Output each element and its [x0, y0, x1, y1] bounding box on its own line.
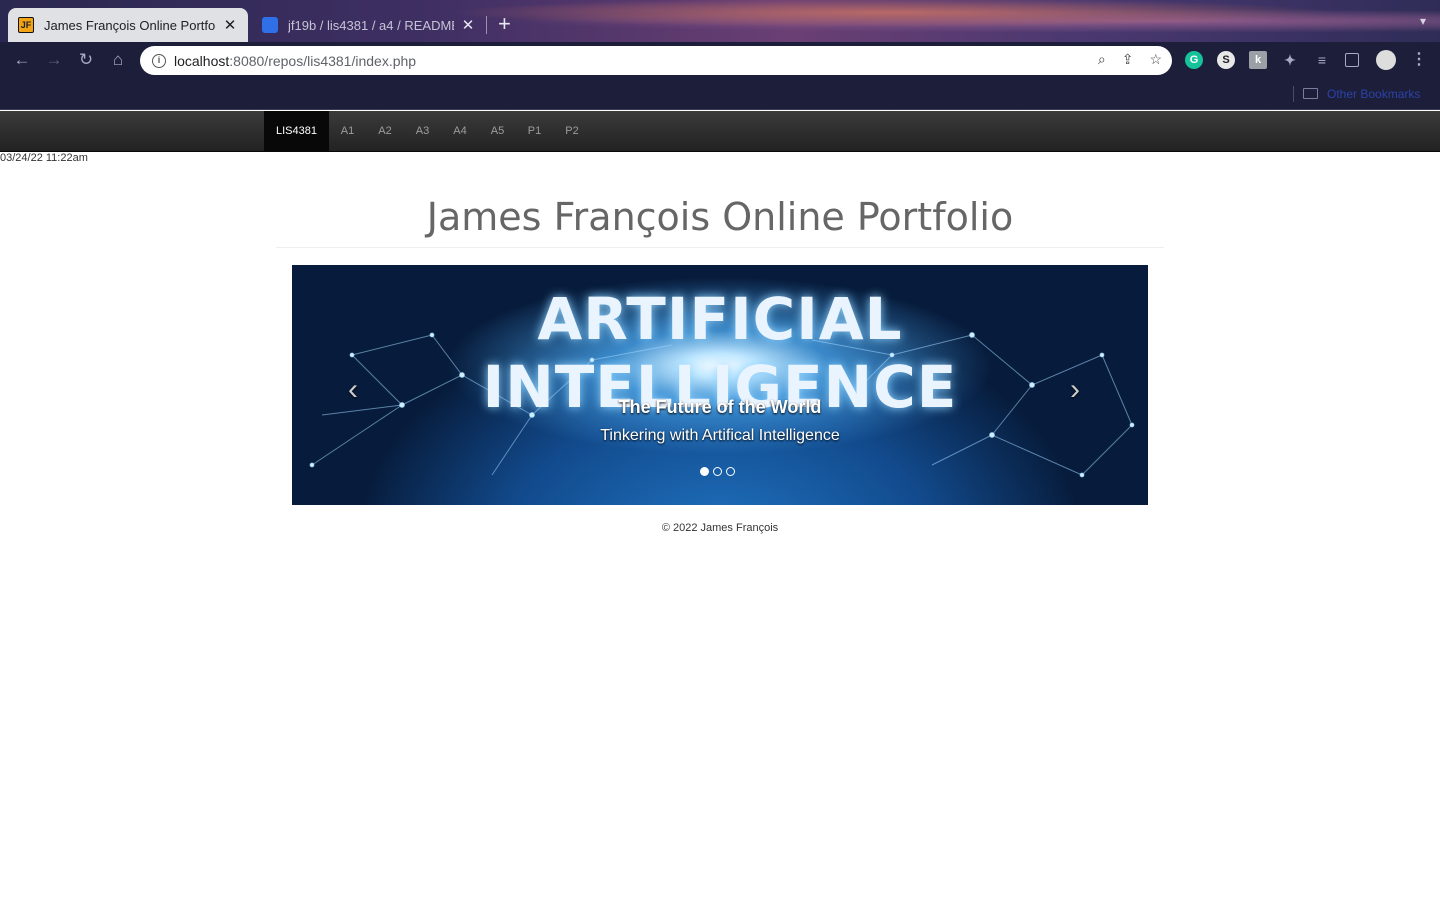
- chevron-down-icon[interactable]: ▾: [1420, 14, 1426, 28]
- reading-list-icon[interactable]: ≡: [1313, 51, 1331, 69]
- share-icon[interactable]: ⇪: [1122, 51, 1134, 68]
- tab-title: James François Online Portfolio: [44, 17, 216, 33]
- nav-item-lis4381[interactable]: LIS4381: [264, 111, 329, 151]
- nav-item-a4[interactable]: A4: [441, 111, 479, 151]
- extensions-puzzle-icon[interactable]: ✦: [1281, 51, 1299, 69]
- profile-avatar-icon[interactable]: [1376, 50, 1396, 70]
- zoom-icon[interactable]: ⌕: [1098, 51, 1106, 68]
- new-tab-icon[interactable]: +: [498, 13, 511, 35]
- page-footer: © 2022 James François: [661, 522, 779, 534]
- close-tab-icon[interactable]: ✕: [222, 16, 238, 34]
- side-panel-icon[interactable]: [1345, 53, 1359, 67]
- carousel-indicators: [700, 467, 735, 476]
- other-bookmarks-link[interactable]: Other Bookmarks: [1327, 87, 1420, 101]
- page-title: James François Online Portfolio: [426, 195, 1014, 239]
- grammarly-extension-icon[interactable]: G: [1185, 51, 1203, 69]
- url-host: localhost: [174, 52, 230, 69]
- carousel-caption-text: Tinkering with Artifical Intelligence: [600, 427, 840, 444]
- date-time-stamp: 03/24/22 11:22am: [0, 152, 88, 164]
- bookmarks-separator: [1293, 86, 1294, 102]
- tab-title: jf19b / lis4381 / a4 / README: [288, 17, 454, 33]
- nav-item-p1[interactable]: P1: [516, 111, 553, 151]
- carousel-indicator[interactable]: [700, 467, 709, 476]
- bookmarks-bar: Other Bookmarks: [0, 78, 1440, 110]
- tab-separator: [486, 16, 487, 34]
- nav-item-a5[interactable]: A5: [479, 111, 516, 151]
- k-extension-icon[interactable]: k: [1249, 51, 1267, 69]
- address-bar[interactable]: i localhost:8080/repos/lis4381/index.php…: [140, 46, 1172, 75]
- site-info-icon[interactable]: i: [152, 53, 166, 68]
- bookmark-star-icon[interactable]: ☆: [1149, 51, 1162, 68]
- browser-tab-inactive[interactable]: jf19b / lis4381 / a4 / README ✕: [252, 8, 486, 42]
- folder-icon[interactable]: [1303, 88, 1318, 99]
- forward-arrow-icon[interactable]: →: [44, 50, 64, 70]
- nav-item-a3[interactable]: A3: [404, 111, 441, 151]
- menu-kebab-icon[interactable]: ⋮: [1410, 51, 1428, 69]
- carousel-indicator[interactable]: [726, 467, 735, 476]
- carousel-caption-title: The Future of the World: [618, 397, 822, 417]
- bitbucket-favicon-icon: [262, 17, 278, 33]
- browser-toolbar: ← → ↻ ⌂ i localhost:8080/repos/lis4381/i…: [0, 42, 1440, 78]
- nav-item-p2[interactable]: P2: [553, 111, 591, 151]
- site-navbar: LIS4381 A1 A2 A3 A4 A5 P1 P2: [0, 111, 1440, 152]
- browser-tab-active[interactable]: JF James François Online Portfolio ✕: [8, 8, 248, 42]
- nav-item-a2[interactable]: A2: [366, 111, 404, 151]
- browser-tab-strip: JF James François Online Portfolio ✕ jf1…: [0, 0, 1440, 42]
- back-arrow-icon[interactable]: ←: [12, 50, 32, 70]
- reload-icon[interactable]: ↻: [76, 50, 96, 70]
- site-favicon-icon: JF: [18, 17, 34, 33]
- nav-item-a1[interactable]: A1: [329, 111, 366, 151]
- url-path: :8080/repos/lis4381/index.php: [229, 52, 417, 69]
- image-carousel: ARTIFICIAL INTELLIGENCE ‹ › The Future o…: [292, 265, 1148, 505]
- s-extension-icon[interactable]: S: [1217, 51, 1235, 69]
- close-tab-icon[interactable]: ✕: [460, 16, 476, 34]
- home-icon[interactable]: ⌂: [108, 50, 128, 70]
- carousel-indicator[interactable]: [713, 467, 722, 476]
- header-divider: [276, 247, 1164, 248]
